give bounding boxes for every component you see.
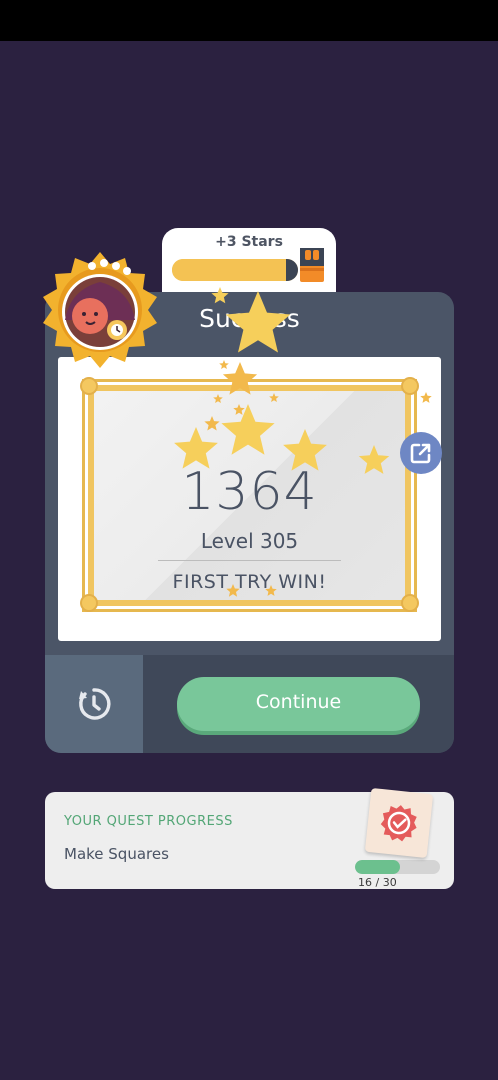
- score-value: 1364: [181, 462, 318, 522]
- share-button[interactable]: [400, 432, 442, 474]
- share-icon: [410, 443, 431, 464]
- stars-reward-tab: +3 Stars: [162, 228, 336, 298]
- quest-heading: YOUR QUEST PROGRESS: [64, 814, 233, 829]
- continue-button[interactable]: Continue: [177, 677, 420, 731]
- quest-count: 16 / 30: [358, 876, 397, 889]
- chest-icon: [300, 248, 324, 282]
- stars-progress-fill: [172, 259, 292, 281]
- replay-icon: [79, 688, 111, 720]
- replay-button[interactable]: [45, 655, 143, 753]
- quest-ticket: [364, 787, 434, 859]
- result-panel: 1364 Level 305 FIRST TRY WIN!: [58, 357, 442, 641]
- result-message: FIRST TRY WIN!: [172, 571, 327, 593]
- avatar-badge: [43, 252, 157, 368]
- frame-corner: [401, 594, 419, 612]
- quest-name: Make Squares: [64, 845, 169, 863]
- level-label: Level 305: [200, 529, 299, 553]
- status-bar: [0, 0, 498, 41]
- frame-corner: [80, 594, 98, 612]
- quest-progress-card[interactable]: YOUR QUEST PROGRESS Make Squares 16 / 30: [45, 787, 454, 889]
- frame-corner: [80, 377, 98, 395]
- quest-progress-bar: [355, 860, 440, 874]
- quest-progress-fill: [355, 860, 401, 874]
- quest-badge-icon: [380, 805, 417, 842]
- stars-progress-bar: [172, 259, 298, 281]
- card-footer: Continue: [45, 655, 454, 753]
- frame-corner: [401, 377, 419, 395]
- divider: [158, 560, 341, 561]
- stars-progress-remaining: [286, 259, 298, 281]
